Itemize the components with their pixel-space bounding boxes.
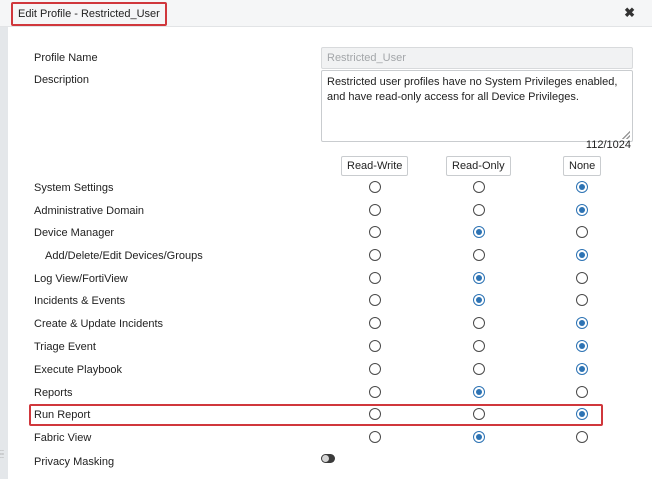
radio-read-write[interactable] (369, 294, 381, 306)
profile-name-label: Profile Name (34, 52, 98, 64)
radio-read-write[interactable] (369, 181, 381, 193)
privilege-label: Reports (34, 387, 73, 399)
dialog-title: Edit Profile - Restricted_User (11, 2, 167, 26)
edit-profile-dialog: Edit Profile - Restricted_User ✖ :::: Pr… (0, 0, 652, 479)
radio-none[interactable] (576, 431, 588, 443)
radio-none[interactable] (576, 386, 588, 398)
privilege-label: Add/Delete/Edit Devices/Groups (45, 250, 203, 262)
description-label: Description (34, 74, 90, 86)
radio-read-only[interactable] (473, 272, 485, 284)
privilege-label: Execute Playbook (34, 364, 123, 376)
radio-read-write[interactable] (369, 226, 381, 238)
radio-read-only[interactable] (473, 181, 485, 193)
privilege-label: Log View/FortiView (34, 273, 128, 285)
resize-handle-icon[interactable] (622, 131, 630, 139)
radio-read-only[interactable] (473, 386, 485, 398)
radio-none[interactable] (576, 226, 588, 238)
radio-none[interactable] (576, 340, 588, 352)
radio-read-only[interactable] (473, 294, 485, 306)
drag-grip-icon[interactable]: :::: (0, 449, 6, 460)
privilege-label: Administrative Domain (34, 205, 145, 217)
radio-none[interactable] (576, 363, 588, 375)
column-header-read-only: Read-Only (446, 156, 511, 176)
privilege-label: Fabric View (34, 432, 92, 444)
privilege-label: System Settings (34, 182, 114, 194)
privilege-label: Triage Event (34, 341, 96, 353)
char-count: 112/1024 (585, 139, 631, 151)
radio-none[interactable] (576, 272, 588, 284)
radio-read-only[interactable] (473, 249, 485, 261)
privacy-masking-toggle[interactable] (321, 454, 335, 463)
radio-none[interactable] (576, 181, 588, 193)
run-report-highlight (29, 404, 603, 426)
radio-none[interactable] (576, 249, 588, 261)
radio-read-write[interactable] (369, 204, 381, 216)
radio-read-only[interactable] (473, 340, 485, 352)
radio-none[interactable] (576, 294, 588, 306)
privilege-label: Create & Update Incidents (34, 318, 164, 330)
radio-read-write[interactable] (369, 386, 381, 398)
radio-read-write[interactable] (369, 340, 381, 352)
radio-read-write[interactable] (369, 249, 381, 261)
privilege-label: Device Manager (34, 227, 115, 239)
radio-none[interactable] (576, 317, 588, 329)
profile-name-field: Restricted_User (321, 47, 633, 69)
description-textarea[interactable]: Restricted user profiles have no System … (321, 70, 633, 142)
column-header-read-write: Read-Write (341, 156, 409, 176)
privilege-label: Incidents & Events (34, 295, 126, 307)
left-panel-edge: :::: (0, 27, 8, 479)
radio-read-only[interactable] (473, 204, 485, 216)
radio-read-write[interactable] (369, 363, 381, 375)
radio-read-only[interactable] (473, 226, 485, 238)
privacy-masking-label: Privacy Masking (34, 456, 115, 468)
radio-read-only[interactable] (473, 431, 485, 443)
radio-none[interactable] (576, 204, 588, 216)
radio-read-write[interactable] (369, 272, 381, 284)
radio-read-only[interactable] (473, 363, 485, 375)
dialog-header: Edit Profile - Restricted_User ✖ (0, 0, 652, 27)
radio-read-write[interactable] (369, 317, 381, 329)
radio-read-only[interactable] (473, 317, 485, 329)
column-header-none: None (563, 156, 602, 176)
close-icon[interactable]: ✖ (624, 6, 635, 20)
radio-read-write[interactable] (369, 431, 381, 443)
